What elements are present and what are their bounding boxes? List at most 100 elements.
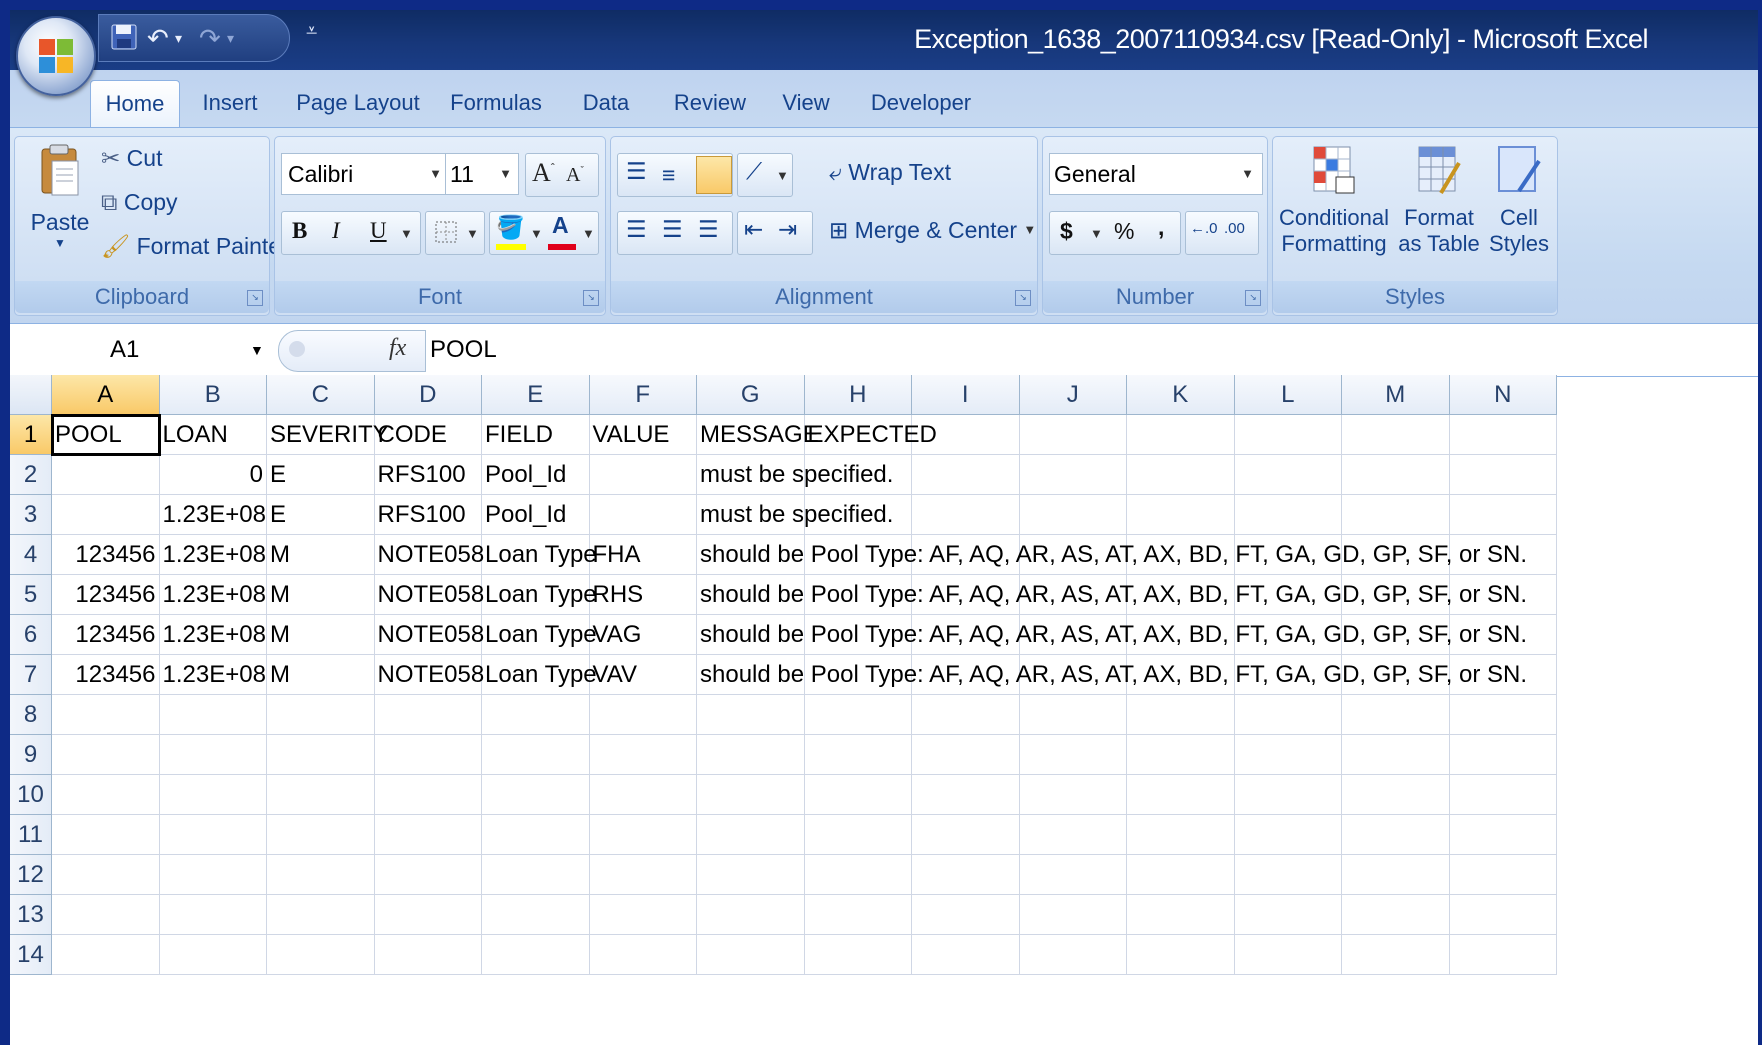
wrap-text-button[interactable]: ⤶ Wrap Text — [829, 159, 951, 186]
cell-g4[interactable]: should be Pool Type: AF, AQ, AR, AS, AT,… — [697, 535, 1527, 575]
cell-k10[interactable] — [1127, 775, 1235, 815]
underline-button[interactable]: U — [370, 218, 387, 244]
cell-e5[interactable]: Loan Type — [482, 575, 597, 615]
undo-dropdown-icon[interactable]: ▾ — [175, 23, 182, 53]
cell-h9[interactable] — [804, 735, 912, 775]
number-format-select[interactable]: General ▼ — [1049, 153, 1263, 195]
cell-b9[interactable] — [159, 735, 267, 775]
row-header-12[interactable]: 12 — [10, 855, 52, 895]
increase-indent-icon[interactable]: ⇥ — [778, 216, 797, 243]
cell-g6[interactable]: should be Pool Type: AF, AQ, AR, AS, AT,… — [697, 615, 1527, 655]
bold-button[interactable]: B — [292, 218, 307, 244]
cell-f11[interactable] — [589, 815, 697, 855]
cell-j1[interactable] — [1019, 415, 1127, 455]
fill-color-button[interactable]: 🪣 — [496, 214, 525, 241]
cell-m10[interactable] — [1342, 775, 1450, 815]
cell-m3[interactable] — [1342, 495, 1450, 535]
cell-j10[interactable] — [1019, 775, 1127, 815]
cell-n8[interactable] — [1449, 695, 1557, 735]
cell-k2[interactable] — [1127, 455, 1235, 495]
column-header-e[interactable]: E — [482, 375, 590, 415]
cell-m1[interactable] — [1342, 415, 1450, 455]
cell-l13[interactable] — [1234, 895, 1342, 935]
cell-b12[interactable] — [159, 855, 267, 895]
cell-d9[interactable] — [374, 735, 482, 775]
column-header-n[interactable]: N — [1449, 375, 1557, 415]
cell-i11[interactable] — [912, 815, 1020, 855]
cell-l14[interactable] — [1234, 935, 1342, 975]
customize-qat-icon[interactable]: ⩡ — [306, 20, 317, 43]
cell-k11[interactable] — [1127, 815, 1235, 855]
cell-b5[interactable]: 1.23E+08 — [159, 575, 267, 615]
cell-d2[interactable]: RFS100 — [374, 455, 482, 495]
cell-g2[interactable]: must be specified. — [697, 455, 893, 495]
select-all-button[interactable] — [10, 375, 52, 415]
cell-a5[interactable]: 123456 — [52, 575, 160, 615]
align-bottom-icon[interactable] — [696, 156, 732, 194]
cell-c10[interactable] — [267, 775, 375, 815]
grow-font-icon[interactable]: Aˆ — [532, 158, 555, 188]
cell-i13[interactable] — [912, 895, 1020, 935]
cell-l10[interactable] — [1234, 775, 1342, 815]
cell-c13[interactable] — [267, 895, 375, 935]
cell-c11[interactable] — [267, 815, 375, 855]
row-header-7[interactable]: 7 — [10, 655, 52, 695]
cell-d7[interactable]: NOTE058 — [374, 655, 484, 695]
cell-l2[interactable] — [1234, 455, 1342, 495]
cell-g5[interactable]: should be Pool Type: AF, AQ, AR, AS, AT,… — [697, 575, 1527, 615]
cell-f3[interactable] — [589, 495, 697, 535]
row-header-6[interactable]: 6 — [10, 615, 52, 655]
cell-f4[interactable]: FHA — [589, 535, 697, 575]
tab-formulas[interactable]: Formulas — [446, 80, 546, 128]
fill-color-dropdown-icon[interactable]: ▼ — [530, 226, 543, 241]
cell-c14[interactable] — [267, 935, 375, 975]
cell-j11[interactable] — [1019, 815, 1127, 855]
cell-l11[interactable] — [1234, 815, 1342, 855]
cell-a10[interactable] — [52, 775, 160, 815]
column-header-f[interactable]: F — [589, 375, 697, 415]
percent-button[interactable]: % — [1114, 218, 1134, 245]
column-header-h[interactable]: H — [804, 375, 912, 415]
cell-c9[interactable] — [267, 735, 375, 775]
row-header-9[interactable]: 9 — [10, 735, 52, 775]
font-color-button[interactable]: A — [552, 212, 569, 239]
cell-c2[interactable]: E — [267, 455, 375, 495]
office-button[interactable] — [16, 16, 96, 96]
cell-b6[interactable]: 1.23E+08 — [159, 615, 267, 655]
currency-button[interactable]: $ — [1060, 218, 1073, 245]
align-middle-icon[interactable]: ≡ — [662, 162, 675, 189]
cell-b2[interactable]: 0 — [159, 455, 267, 495]
column-header-g[interactable]: G — [697, 375, 805, 415]
cell-i1[interactable] — [912, 415, 1020, 455]
cell-g12[interactable] — [697, 855, 805, 895]
align-top-icon[interactable]: ☰ — [626, 158, 647, 185]
cell-e1[interactable]: FIELD — [482, 415, 590, 455]
cell-e10[interactable] — [482, 775, 590, 815]
cell-a4[interactable]: 123456 — [52, 535, 160, 575]
cell-b1[interactable]: LOAN — [159, 415, 267, 455]
cell-m9[interactable] — [1342, 735, 1450, 775]
cell-n2[interactable] — [1449, 455, 1557, 495]
column-header-b[interactable]: B — [159, 375, 267, 415]
column-header-d[interactable]: D — [374, 375, 482, 415]
cell-f7[interactable]: VAV — [589, 655, 697, 695]
row-header-8[interactable]: 8 — [10, 695, 52, 735]
align-right-icon[interactable]: ☰ — [698, 216, 719, 243]
cell-i12[interactable] — [912, 855, 1020, 895]
cell-b11[interactable] — [159, 815, 267, 855]
cell-d14[interactable] — [374, 935, 482, 975]
cell-i10[interactable] — [912, 775, 1020, 815]
cell-b8[interactable] — [159, 695, 267, 735]
redo-dropdown-icon[interactable]: ▾ — [227, 23, 234, 53]
cell-d11[interactable] — [374, 815, 482, 855]
cell-n13[interactable] — [1449, 895, 1557, 935]
cell-b7[interactable]: 1.23E+08 — [159, 655, 267, 695]
cell-a13[interactable] — [52, 895, 160, 935]
cell-c4[interactable]: M — [267, 535, 375, 575]
name-box[interactable]: A1 ▼ — [10, 324, 268, 376]
cell-n11[interactable] — [1449, 815, 1557, 855]
borders-button[interactable]: ▼ — [425, 211, 485, 255]
cell-e12[interactable] — [482, 855, 590, 895]
cell-l8[interactable] — [1234, 695, 1342, 735]
cell-j3[interactable] — [1019, 495, 1127, 535]
